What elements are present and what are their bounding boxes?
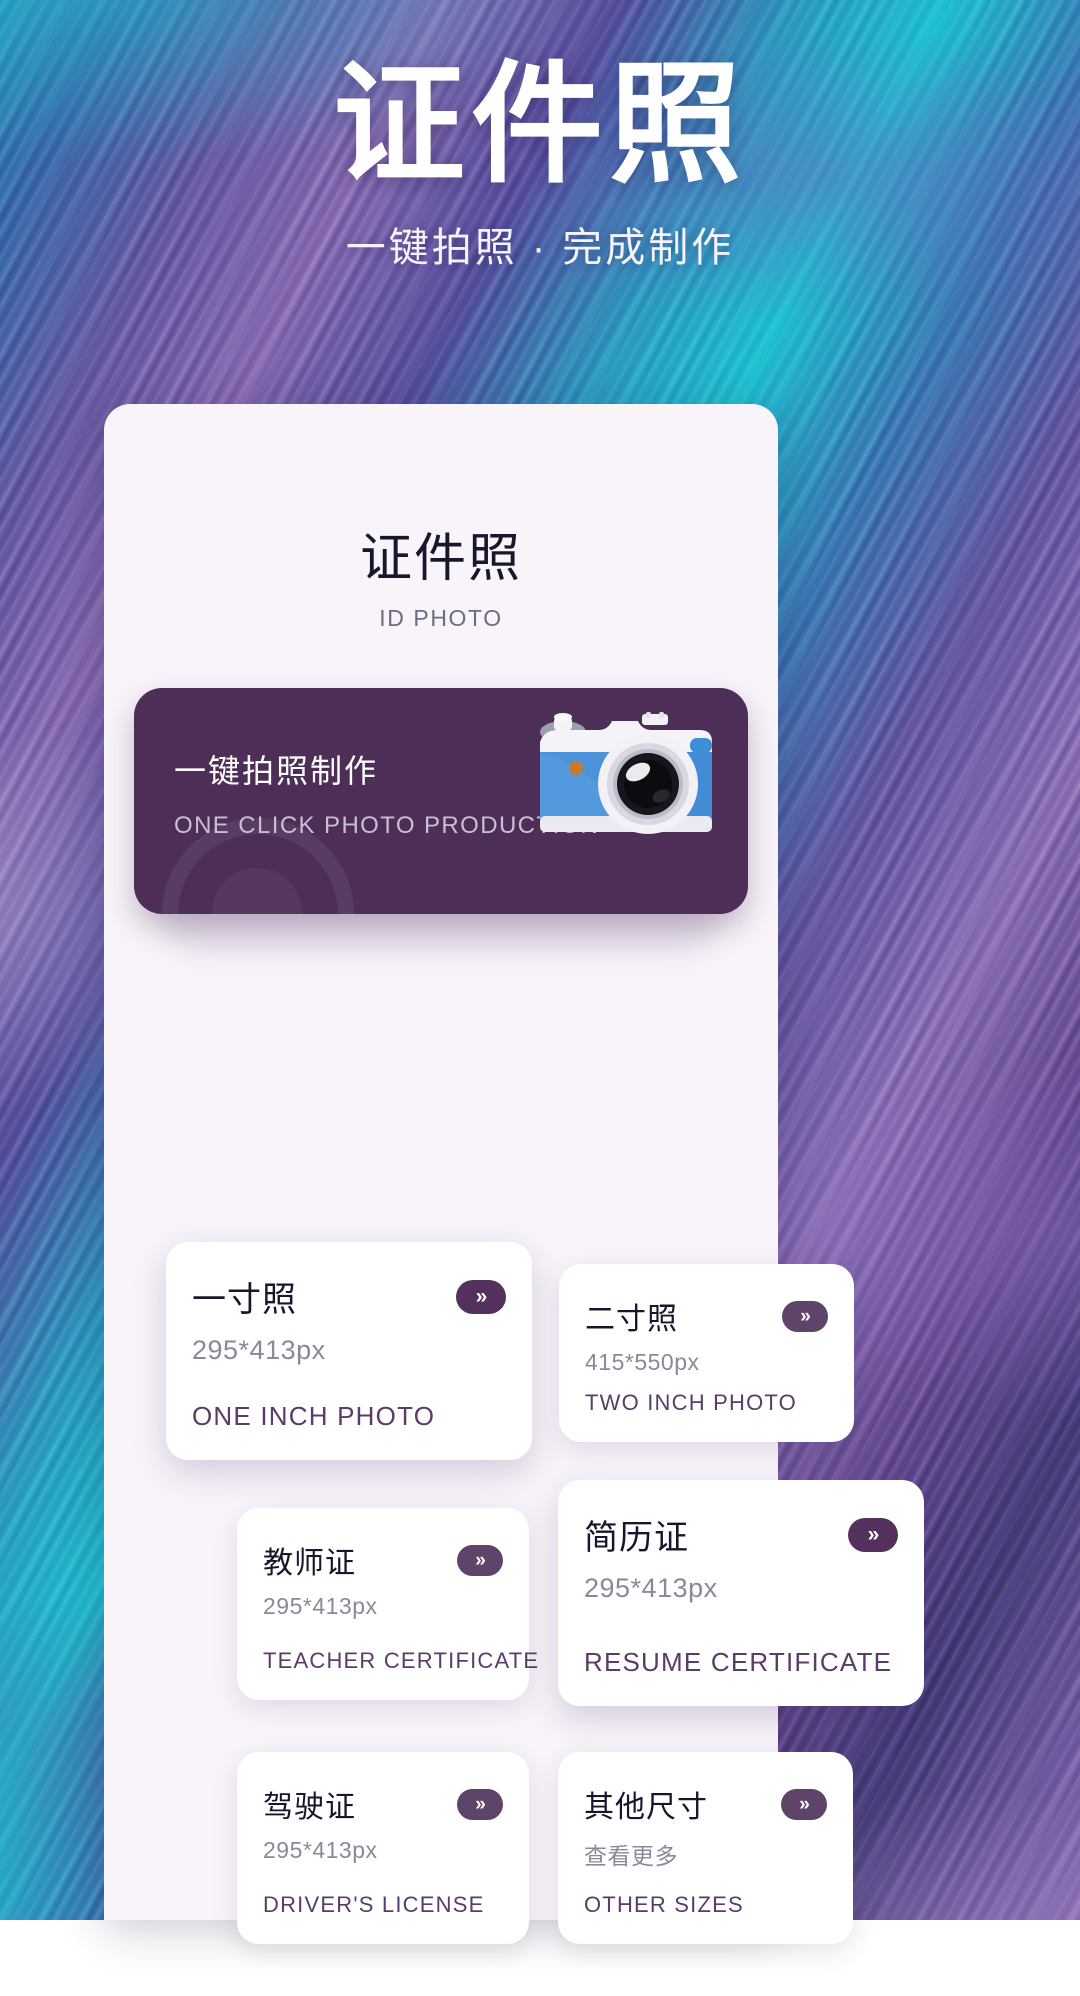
panel-title: 证件照: [104, 516, 778, 591]
card-title-cn: 驾驶证: [263, 1782, 356, 1826]
photo-type-card-two-inch[interactable]: 二寸照 » 415*550px TWO INCH PHOTO: [559, 1264, 854, 1442]
card-title-cn: 二寸照: [585, 1294, 678, 1338]
card-title-en: ONE INCH PHOTO: [192, 1401, 435, 1432]
card-title-cn: 一寸照: [192, 1272, 297, 1321]
chevron-right-badge-icon[interactable]: »: [782, 1301, 828, 1332]
photo-type-card-driver-license[interactable]: 驾驶证 » 295*413px DRIVER'S LICENSE: [237, 1752, 529, 1944]
page-subtitle: 一键拍照 · 完成制作: [0, 215, 1080, 273]
card-dimensions: 295*413px: [263, 1593, 503, 1620]
chevron-right-badge-icon[interactable]: »: [457, 1545, 503, 1576]
panel-subtitle: ID PHOTO: [104, 605, 778, 632]
photo-type-card-resume[interactable]: 简历证 » 295*413px RESUME CERTIFICATE: [558, 1480, 924, 1706]
chevron-right-badge-icon[interactable]: »: [781, 1789, 827, 1820]
card-top-row: 驾驶证 »: [263, 1782, 503, 1826]
photo-type-card-other-sizes[interactable]: 其他尺寸 » 查看更多 OTHER SIZES: [558, 1752, 853, 1944]
card-top-row: 二寸照 »: [585, 1294, 828, 1338]
card-dimensions: 295*413px: [584, 1573, 898, 1604]
chevron-right-badge-icon[interactable]: »: [848, 1518, 898, 1552]
card-dimensions: 295*413px: [263, 1837, 503, 1864]
chevron-right-badge-icon[interactable]: »: [456, 1280, 506, 1314]
card-top-row: 其他尺寸 »: [584, 1782, 827, 1826]
card-title-en: RESUME CERTIFICATE: [584, 1647, 892, 1678]
panel-header: 证件照 ID PHOTO: [104, 404, 778, 632]
photo-type-grid: 一寸照 » 295*413px ONE INCH PHOTO 二寸照 » 415…: [104, 1264, 778, 1996]
card-dimensions: 415*550px: [585, 1349, 828, 1376]
card-top-row: 简历证 »: [584, 1510, 898, 1559]
grid-row-3: 驾驶证 » 295*413px DRIVER'S LICENSE 其他尺寸 » …: [104, 1752, 778, 1980]
photo-type-card-teacher[interactable]: 教师证 » 295*413px TEACHER CERTIFICATE: [237, 1508, 529, 1700]
card-dimensions: 295*413px: [192, 1335, 506, 1366]
card-title-en: TWO INCH PHOTO: [585, 1390, 797, 1416]
page-title: 证件照: [0, 56, 1080, 195]
card-top-row: 一寸照 »: [192, 1272, 506, 1321]
one-click-photo-banner[interactable]: 一键拍照制作 ONE CLICK PHOTO PRODUCTION: [134, 688, 748, 914]
page-header: 证件照 一键拍照 · 完成制作: [0, 0, 1080, 273]
photo-type-card-one-inch[interactable]: 一寸照 » 295*413px ONE INCH PHOTO: [166, 1242, 532, 1460]
card-title-en: OTHER SIZES: [584, 1892, 744, 1918]
card-title-cn: 简历证: [584, 1510, 689, 1559]
grid-row-1: 一寸照 » 295*413px ONE INCH PHOTO 二寸照 » 415…: [104, 1264, 778, 1492]
card-title-cn: 其他尺寸: [584, 1782, 708, 1826]
card-dimensions: 查看更多: [584, 1837, 827, 1871]
card-title-en: DRIVER'S LICENSE: [263, 1892, 484, 1918]
card-title-cn: 教师证: [263, 1538, 356, 1582]
chevron-right-badge-icon[interactable]: »: [457, 1789, 503, 1820]
main-panel: 证件照 ID PHOTO 一键拍照制作 ONE CLICK PHOTO PROD…: [104, 404, 778, 1920]
card-title-en: TEACHER CERTIFICATE: [263, 1648, 539, 1674]
promo-banner-wrapper: 一键拍照制作 ONE CLICK PHOTO PRODUCTION: [134, 688, 748, 914]
camera-icon: [530, 712, 720, 840]
grid-row-2: 教师证 » 295*413px TEACHER CERTIFICATE 简历证 …: [104, 1508, 778, 1736]
card-top-row: 教师证 »: [263, 1538, 503, 1582]
